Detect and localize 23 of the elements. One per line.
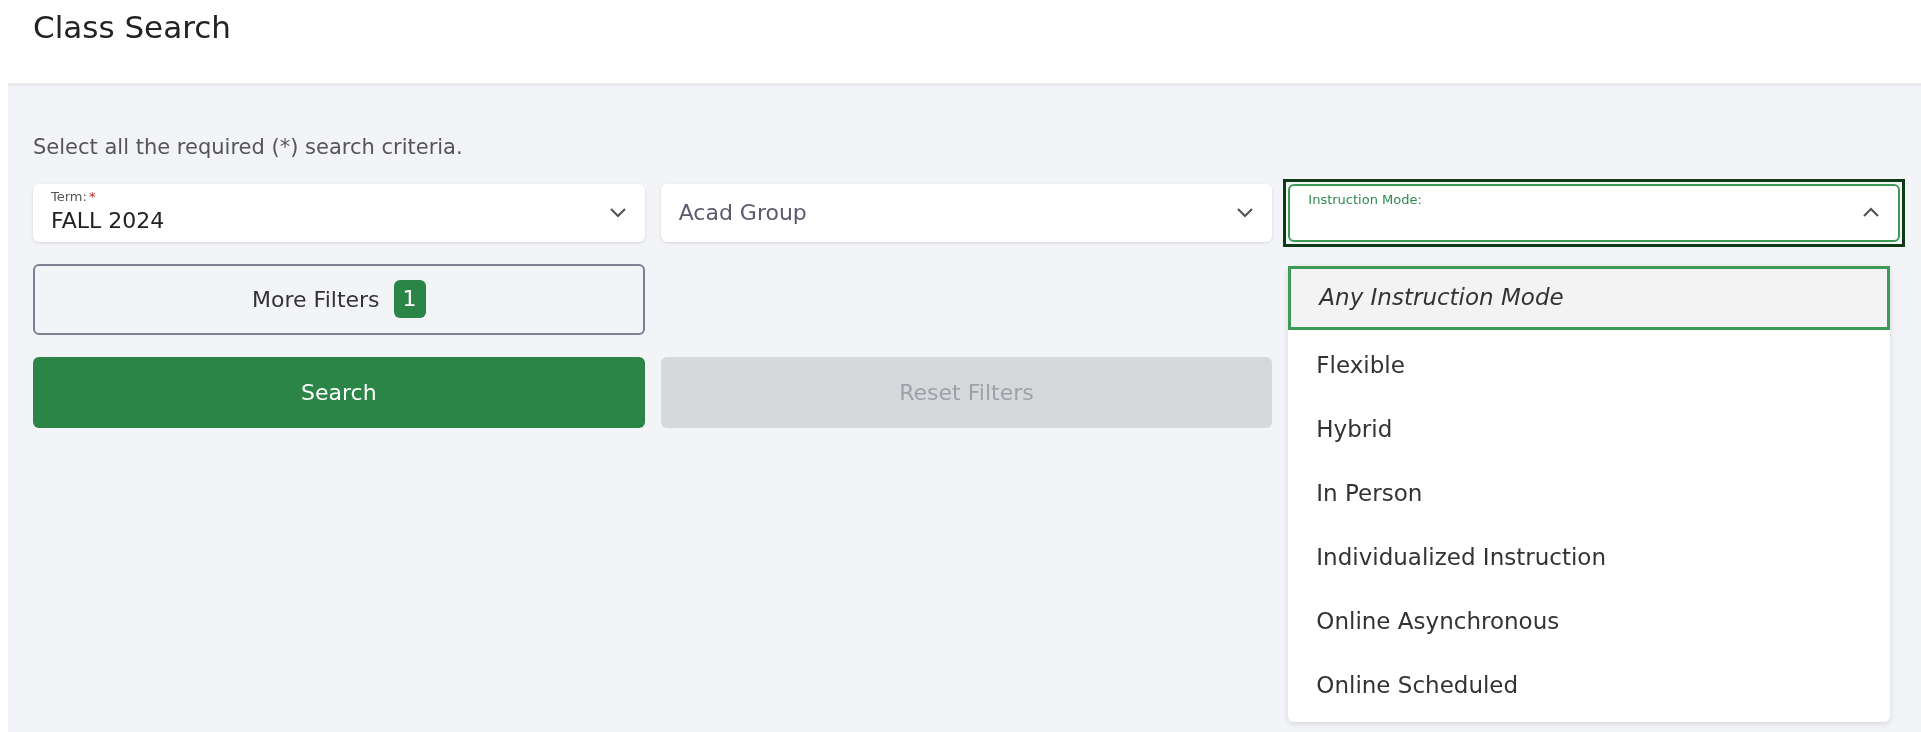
select-field[interactable]: Instruction Mode: [1288,183,1900,242]
page-title: Class Search [33,8,231,48]
field-label: Term: [51,190,87,204]
instructions-text: Select all the required (*) search criteria. [33,134,464,161]
dropdown-option[interactable]: Online Scheduled [1288,653,1890,718]
dropdown-option[interactable]: Individualized Instruction [1288,525,1890,590]
dropdown-option[interactable]: Any Instruction Mode [1288,265,1890,330]
chevron-down-icon [1236,207,1255,218]
dropdown-option[interactable]: Online Asynchronous [1288,589,1890,654]
dropdown-option[interactable]: In Person [1288,461,1890,526]
dropdown-option[interactable]: Flexible [1288,333,1890,398]
dropdown-option[interactable]: Hybrid [1288,397,1890,462]
select-field[interactable]: Term:* FALL 2024 [33,183,645,242]
field-placeholder: Acad Group [678,199,808,227]
chevron-down-icon [608,207,627,218]
field-label: Instruction Mode: [1308,193,1422,206]
select-field[interactable]: Acad Group [660,183,1273,242]
field-value: FALL 2024 [51,207,166,235]
chevron-up-icon [1862,207,1880,218]
search-button[interactable]: Search [33,356,645,428]
required-mark: * [88,190,96,204]
more-filters-button[interactable]: More Filters 1 [33,263,645,335]
filter-count-badge: 1 [393,280,426,318]
